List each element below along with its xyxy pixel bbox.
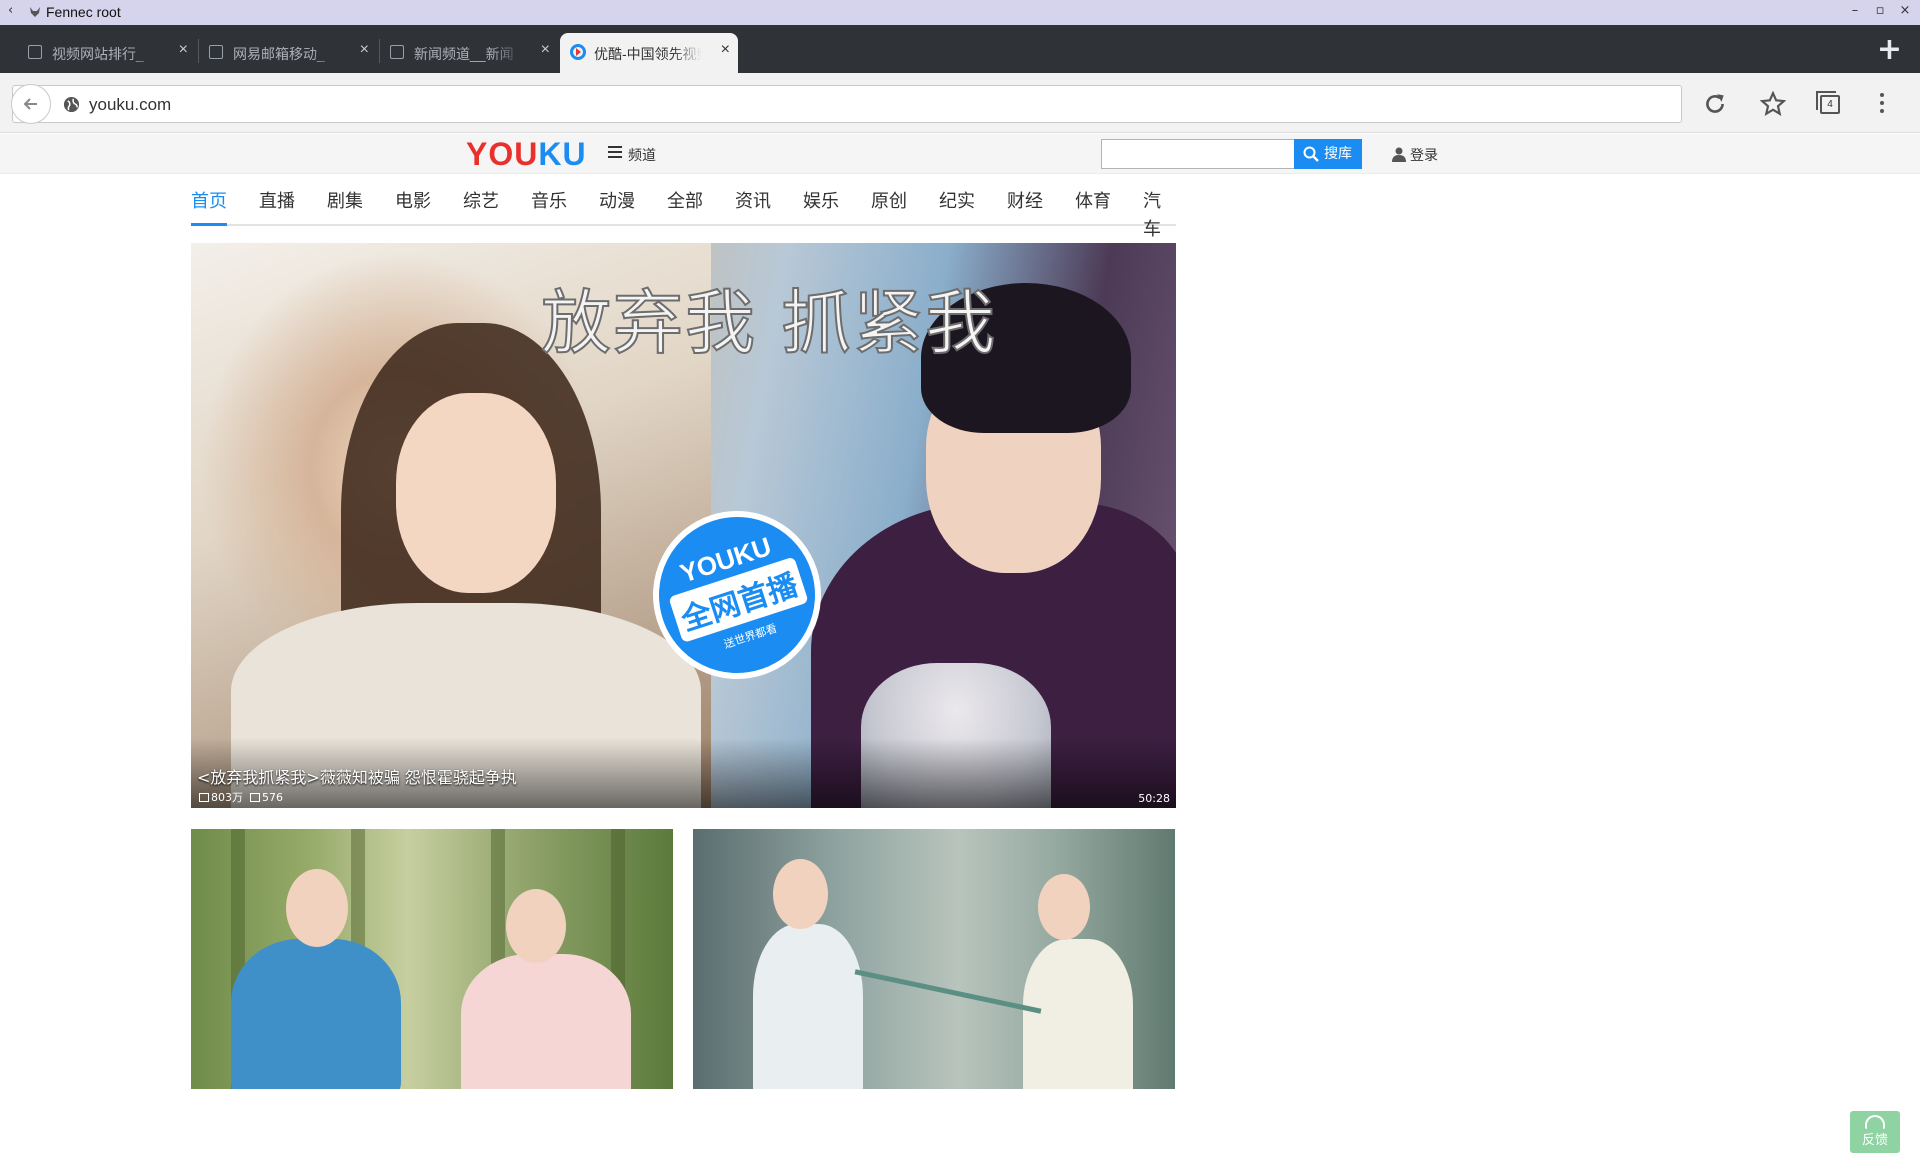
nav-finance[interactable]: 财经 (1007, 188, 1043, 226)
video-duration: 50:28 (1138, 792, 1170, 805)
bookmark-star-icon[interactable] (1760, 91, 1786, 117)
nav-sports[interactable]: 体育 (1075, 188, 1111, 226)
browser-toolbar: youku.com 4 (0, 73, 1920, 133)
search-input[interactable] (1101, 139, 1295, 169)
comment-count: 576 (262, 791, 283, 804)
search-icon (1303, 146, 1319, 162)
nav-entertainment[interactable]: 娱乐 (803, 188, 839, 226)
thumbnail-figure-head (1038, 874, 1090, 940)
hero-show-title: 放弃我 抓紧我 (540, 281, 998, 365)
channel-menu-button[interactable]: 频道 (608, 145, 656, 165)
thumbnail-figure-head (286, 869, 348, 947)
nav-news[interactable]: 资讯 (735, 188, 771, 226)
tab-placeholder-icon (390, 45, 404, 59)
url-text[interactable]: youku.com (89, 95, 171, 115)
tab-strip: 视频网站排行_ × 网易邮箱移动_ × 新闻频道__新闻 × 优酷-中国领先视频… (0, 25, 1920, 73)
search-button-label: 搜库 (1324, 146, 1352, 162)
headset-icon (1865, 1115, 1885, 1129)
titlebar-back-icon[interactable]: ‹ (8, 3, 13, 18)
tab-netease-mail[interactable]: 网易邮箱移动_ × (199, 33, 377, 73)
hamburger-icon (608, 146, 622, 161)
thumbnail-figure (231, 939, 401, 1089)
thumbnail-figure (1023, 939, 1133, 1089)
logo-you: YOU (466, 136, 539, 172)
thumbnail-figure (461, 954, 631, 1089)
fennec-app-icon (30, 7, 40, 17)
user-icon (1392, 147, 1406, 162)
tab-placeholder-icon (28, 45, 42, 59)
tab-close-icon[interactable]: × (360, 41, 369, 59)
nav-anime[interactable]: 动漫 (599, 188, 635, 226)
channel-nav: 首页 直播 剧集 电影 综艺 音乐 动漫 全部 资讯 娱乐 原创 纪实 财经 体… (191, 188, 1176, 240)
nav-series[interactable]: 剧集 (327, 188, 363, 226)
maximize-icon[interactable]: ▫ (1871, 3, 1889, 18)
youku-favicon-icon (570, 44, 586, 60)
tab-youku[interactable]: 优酷-中国领先视频 × (560, 33, 738, 73)
channel-menu-label: 频道 (628, 148, 656, 164)
hero-caption[interactable]: <放弃我抓紧我>薇薇知被骗 怨恨霍骁起争执 (197, 764, 517, 788)
play-count-icon (199, 793, 209, 802)
tab-close-icon[interactable]: × (179, 41, 188, 59)
tab-news-channel[interactable]: 新闻频道__新闻 × (380, 33, 558, 73)
youku-logo[interactable]: YOUKU (466, 136, 587, 173)
menu-kebab-icon[interactable] (1880, 93, 1886, 117)
tab-video-ranking[interactable]: 视频网站排行_ × (18, 33, 196, 73)
hero-video-card[interactable]: 放弃我 抓紧我 YOUKU 全网首播 送世界都看 <放弃我抓紧我>薇薇知被骗 怨… (191, 243, 1176, 808)
nav-live[interactable]: 直播 (259, 188, 295, 226)
tab-close-icon[interactable]: × (721, 41, 730, 59)
thumbnail-figure (753, 924, 863, 1089)
tab-label: 新闻频道__新闻 (414, 44, 522, 64)
nav-documentary[interactable]: 纪实 (939, 188, 975, 226)
login-link[interactable]: 登录 (1392, 145, 1438, 165)
url-bar[interactable]: youku.com (11, 84, 1682, 124)
logo-ku: KU (538, 136, 587, 172)
nav-original[interactable]: 原创 (871, 188, 907, 226)
feedback-label: 反馈 (1861, 1133, 1888, 1148)
nav-all[interactable]: 全部 (667, 188, 703, 226)
nav-variety[interactable]: 综艺 (463, 188, 499, 226)
tab-label: 视频网站排行_ (52, 44, 160, 64)
tab-label: 优酷-中国领先视频 (594, 44, 702, 64)
nav-auto[interactable]: 汽车 (1143, 188, 1176, 240)
login-label: 登录 (1410, 148, 1438, 164)
feedback-button[interactable]: 反馈 (1850, 1111, 1900, 1153)
window-titlebar: ‹ Fennec root – ▫ × (0, 0, 1920, 25)
window-title: Fennec root (46, 4, 121, 20)
sword-prop (854, 969, 1042, 1014)
youku-header: YOUKU 频道 搜库 登录 (0, 134, 1920, 174)
hero-figure-face (396, 393, 556, 593)
reload-icon[interactable] (1702, 91, 1728, 117)
comment-icon (250, 793, 260, 802)
tabs-count-button[interactable]: 4 (1816, 91, 1840, 114)
tab-label: 网易邮箱移动_ (233, 44, 341, 64)
nav-movies[interactable]: 电影 (395, 188, 431, 226)
minimize-icon[interactable]: – (1846, 3, 1864, 18)
web-page: YOUKU 频道 搜库 登录 首页 直播 剧集 电影 综艺 音乐 动漫 全部 资… (0, 134, 1920, 1153)
tab-close-icon[interactable]: × (541, 41, 550, 59)
tab-placeholder-icon (209, 45, 223, 59)
view-count: 803万 (211, 791, 243, 804)
video-thumbnail[interactable] (191, 829, 673, 1089)
globe-icon (63, 96, 80, 113)
nav-music[interactable]: 音乐 (531, 188, 567, 226)
thumbnail-figure-head (506, 889, 566, 963)
close-window-icon[interactable]: × (1896, 3, 1914, 18)
video-thumbnail[interactable] (693, 829, 1175, 1089)
back-arrow-icon (23, 98, 37, 110)
new-tab-button[interactable]: + (1877, 32, 1902, 67)
nav-home[interactable]: 首页 (191, 188, 227, 226)
search-button[interactable]: 搜库 (1294, 139, 1362, 169)
hero-meta: 803万 576 (199, 789, 283, 805)
thumbnail-figure-head (773, 859, 828, 929)
back-button[interactable] (11, 84, 51, 124)
